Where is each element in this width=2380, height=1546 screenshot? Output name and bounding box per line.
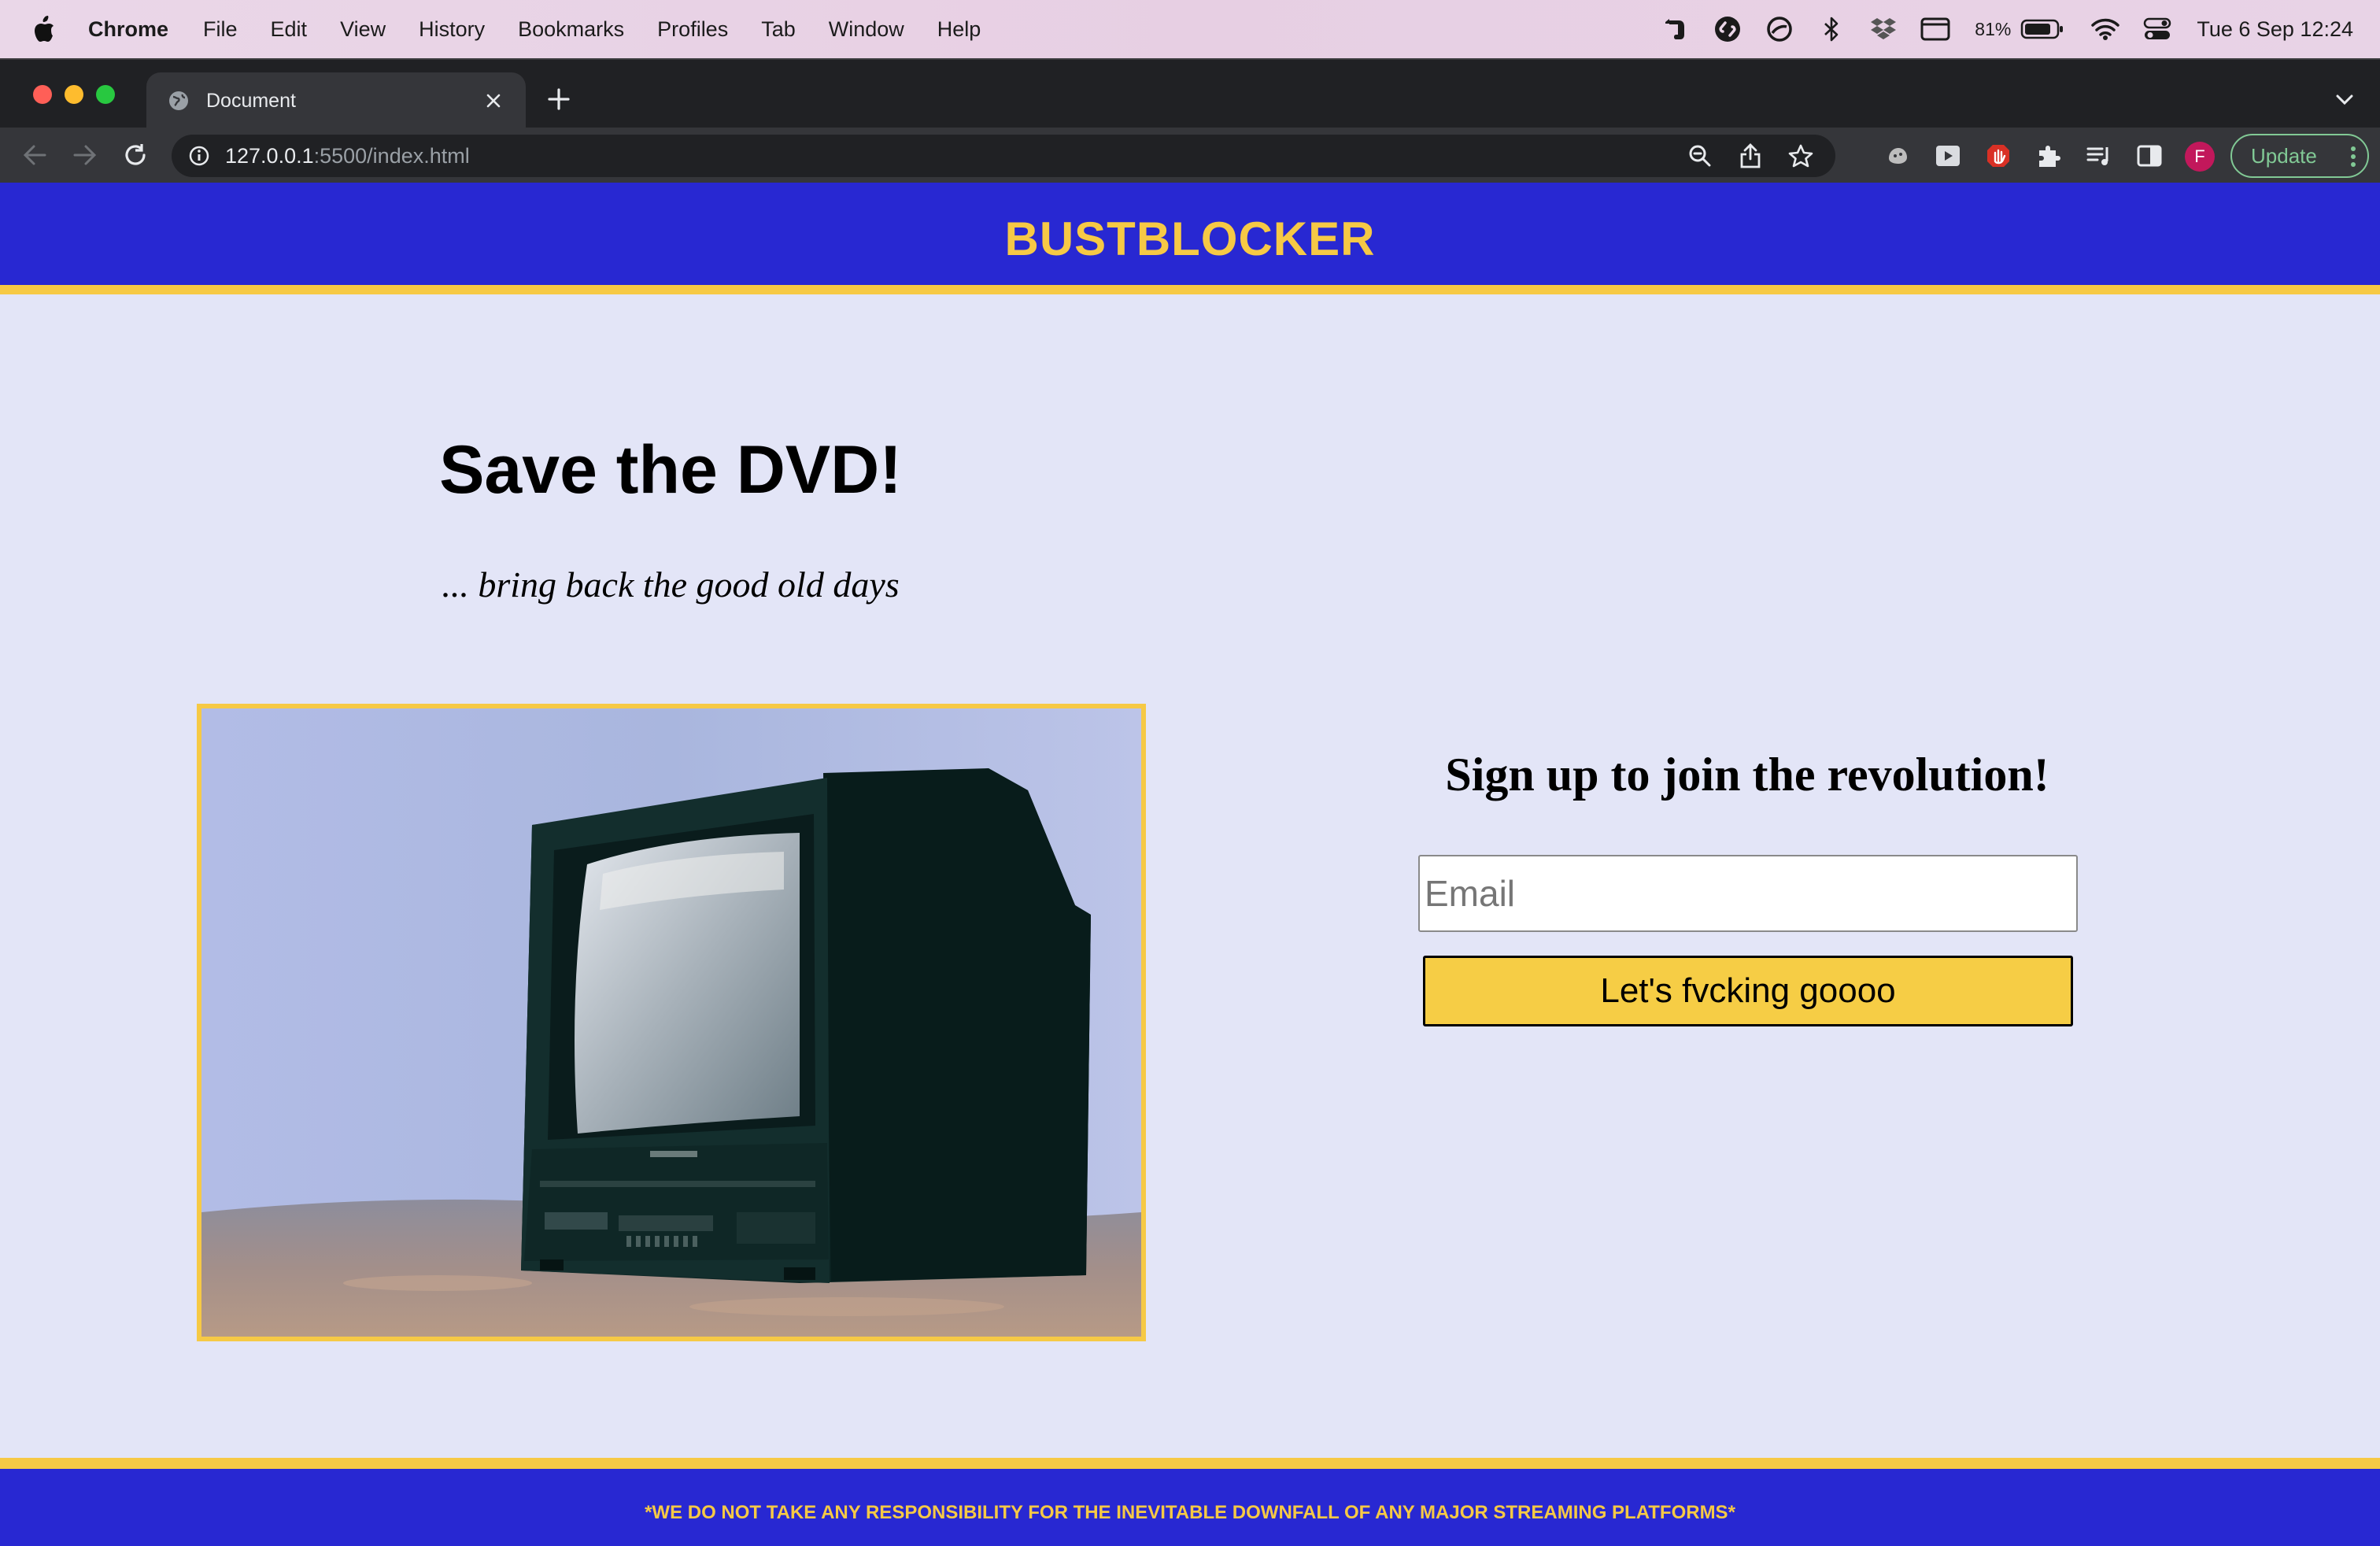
- battery-icon[interactable]: [2020, 13, 2064, 45]
- menu-edit[interactable]: Edit: [271, 17, 308, 42]
- tab-document[interactable]: Document: [146, 72, 526, 129]
- menu-history[interactable]: History: [419, 17, 485, 42]
- menu-window[interactable]: Window: [829, 17, 904, 42]
- evernote-icon[interactable]: [1660, 13, 1691, 45]
- browser-toolbar: 127.0.0.1:5500/index.html F Update: [0, 128, 2380, 183]
- new-tab-icon[interactable]: [545, 85, 573, 113]
- macos-menu-bar: Chrome File Edit View History Bookmarks …: [0, 0, 2380, 58]
- zoom-icon[interactable]: [1686, 142, 1714, 170]
- address-bar-actions: [1664, 142, 1815, 170]
- window-close-button[interactable]: [33, 85, 52, 104]
- menu-bar-clock[interactable]: Tue 6 Sep 12:24: [2197, 17, 2353, 42]
- share-icon[interactable]: [1736, 142, 1765, 170]
- dropbox-icon[interactable]: [1868, 13, 1899, 45]
- tab-title: Document: [206, 89, 296, 112]
- url-path: :5500/index.html: [313, 143, 470, 168]
- tv-photo: [197, 704, 1146, 1341]
- screen-icon[interactable]: [1920, 13, 1951, 45]
- menu-app-chrome[interactable]: Chrome: [88, 17, 168, 42]
- back-arrow-icon[interactable]: [20, 141, 49, 169]
- browser-tab-strip: Document: [0, 58, 2380, 129]
- menu-bookmarks[interactable]: Bookmarks: [518, 17, 624, 42]
- forward-arrow-icon[interactable]: [71, 141, 99, 169]
- sync-icon[interactable]: [1764, 13, 1795, 45]
- window-zoom-button[interactable]: [96, 85, 115, 104]
- side-panel-icon[interactable]: [2134, 141, 2164, 171]
- site-logo-title: BUSTBLOCKER: [1004, 212, 1376, 265]
- signup-heading: Sign up to join the revolution!: [1445, 749, 2049, 801]
- menu-file[interactable]: File: [203, 17, 238, 42]
- tab-search-chevron-icon[interactable]: [2333, 88, 2356, 112]
- menu-profiles[interactable]: Profiles: [657, 17, 728, 42]
- control-center-icon[interactable]: [2142, 13, 2173, 45]
- apple-menu-icon[interactable]: [33, 16, 57, 43]
- menu-bar-tray: 81% Tue 6 Sep 12:24: [1639, 0, 2353, 58]
- tab-close-icon[interactable]: [482, 89, 505, 113]
- window-minimize-button[interactable]: [65, 85, 83, 104]
- menu-tab[interactable]: Tab: [761, 17, 796, 42]
- extension-stop-hand-icon[interactable]: [1983, 141, 2013, 171]
- update-button[interactable]: Update: [2230, 134, 2369, 178]
- tv-illustration: [201, 708, 1141, 1337]
- media-controls-icon[interactable]: [2084, 141, 2114, 171]
- battery-percentage: 81%: [1975, 18, 2012, 39]
- menu-help[interactable]: Help: [937, 17, 981, 42]
- bluetooth-icon[interactable]: [1816, 13, 1847, 45]
- hero-title: Save the DVD!: [439, 432, 902, 508]
- site-header: BUSTBLOCKER: [0, 183, 2380, 294]
- extension-cookie-icon[interactable]: [1883, 141, 1913, 171]
- shazam-icon[interactable]: [1712, 13, 1743, 45]
- extension-play-icon[interactable]: [1933, 141, 1963, 171]
- menu-view[interactable]: View: [340, 17, 386, 42]
- site-footer: *WE DO NOT TAKE ANY RESPONSIBILITY FOR T…: [0, 1458, 2380, 1546]
- wifi-icon[interactable]: [2090, 13, 2121, 45]
- url-host: 127.0.0.1: [225, 143, 314, 168]
- profile-avatar[interactable]: F: [2185, 142, 2215, 172]
- bookmark-star-icon[interactable]: [1787, 142, 1815, 170]
- footer-disclaimer: *WE DO NOT TAKE ANY RESPONSIBILITY FOR T…: [645, 1502, 1735, 1523]
- reload-icon[interactable]: [121, 141, 150, 169]
- signup-submit-button[interactable]: Let's fvcking goooo: [1423, 956, 2073, 1026]
- email-field[interactable]: [1418, 855, 2078, 932]
- hero-subtitle: ... bring back the good old days: [442, 564, 900, 605]
- more-vertical-icon[interactable]: [2350, 145, 2356, 174]
- site-info-icon[interactable]: [187, 144, 211, 168]
- extensions-puzzle-icon[interactable]: [2034, 141, 2064, 171]
- update-button-label: Update: [2251, 143, 2317, 168]
- address-bar[interactable]: 127.0.0.1:5500/index.html: [172, 135, 1835, 177]
- globe-icon: [167, 89, 190, 113]
